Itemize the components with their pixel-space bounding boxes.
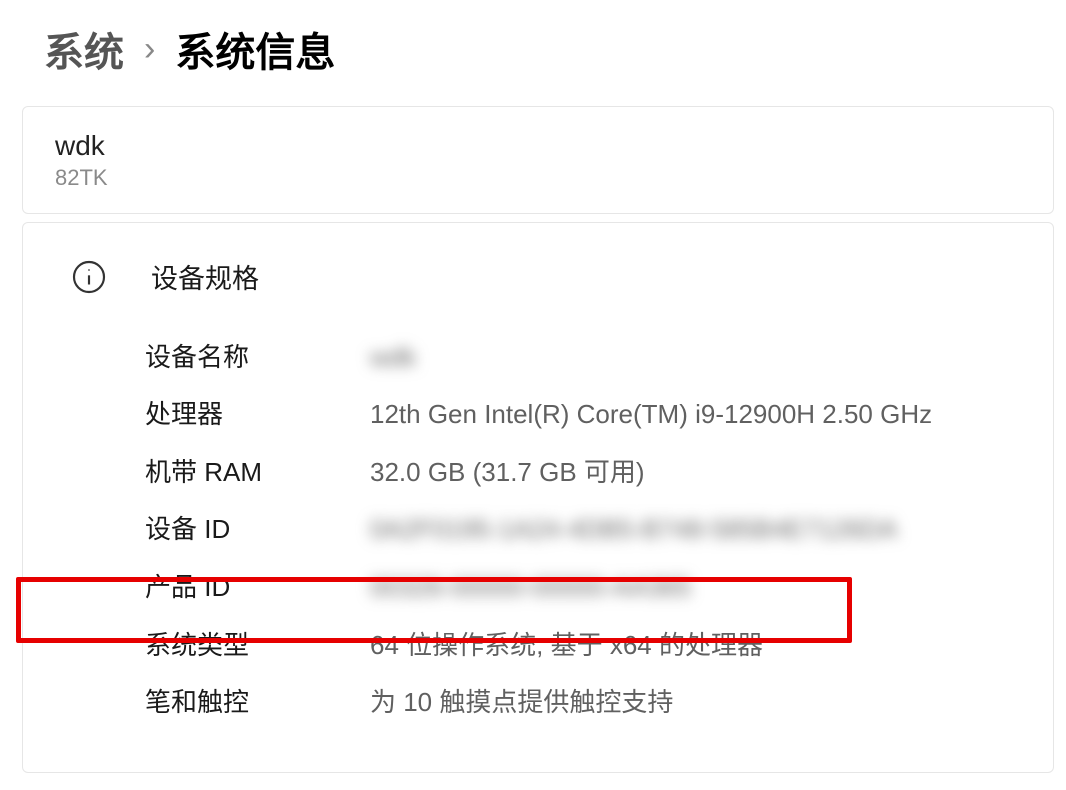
device-specs-card: 设备规格 设备名称 wdk 处理器 12th Gen Intel(R) Core…	[22, 222, 1054, 773]
spec-value: 为 10 触摸点提供触控支持	[370, 682, 1013, 724]
info-icon	[67, 255, 111, 299]
spec-value: 12th Gen Intel(R) Core(TM) i9-12900H 2.5…	[370, 394, 1013, 436]
spec-label: 设备 ID	[145, 509, 370, 551]
device-name: wdk	[55, 129, 1021, 163]
spec-value-blurred: 00326-00000-00000-AA365	[370, 567, 1013, 609]
chevron-right-icon: ›	[144, 30, 155, 69]
spec-label: 机带 RAM	[145, 452, 370, 494]
spec-label: 设备名称	[145, 337, 370, 379]
spec-label: 产品 ID	[145, 567, 370, 609]
spec-label: 笔和触控	[145, 682, 370, 724]
breadcrumb-current: 系统信息	[175, 20, 335, 78]
device-specs-title: 设备规格	[151, 257, 259, 296]
spec-value-blurred: 0A2F0195-1A24-4DB5-B748-585B4E7126DA	[370, 509, 1013, 551]
breadcrumb: 系统 › 系统信息	[0, 20, 1066, 106]
spec-row-device-name: 设备名称 wdk	[145, 329, 1013, 387]
spec-label: 处理器	[145, 394, 370, 436]
spec-row-device-id: 设备 ID 0A2F0195-1A24-4DB5-B748-585B4E7126…	[145, 501, 1013, 559]
spec-value: 32.0 GB (31.7 GB 可用)	[370, 452, 1013, 494]
device-summary-card: wdk 82TK	[22, 106, 1054, 214]
spec-row-ram: 机带 RAM 32.0 GB (31.7 GB 可用)	[145, 444, 1013, 502]
spec-row-system-type: 系统类型 64 位操作系统, 基于 x64 的处理器	[145, 617, 1013, 675]
spec-row-product-id: 产品 ID 00326-00000-00000-AA365	[145, 559, 1013, 617]
spec-value-blurred: wdk	[370, 337, 1013, 379]
breadcrumb-parent[interactable]: 系统	[44, 20, 124, 78]
device-model: 82TK	[55, 165, 1021, 191]
spec-value: 64 位操作系统, 基于 x64 的处理器	[370, 625, 1013, 667]
spec-row-pen-touch: 笔和触控 为 10 触摸点提供触控支持	[145, 674, 1013, 732]
device-specs-header[interactable]: 设备规格	[23, 223, 1053, 329]
spec-label: 系统类型	[145, 625, 370, 667]
device-specs-body: 设备名称 wdk 处理器 12th Gen Intel(R) Core(TM) …	[23, 329, 1053, 772]
spec-row-processor: 处理器 12th Gen Intel(R) Core(TM) i9-12900H…	[145, 386, 1013, 444]
